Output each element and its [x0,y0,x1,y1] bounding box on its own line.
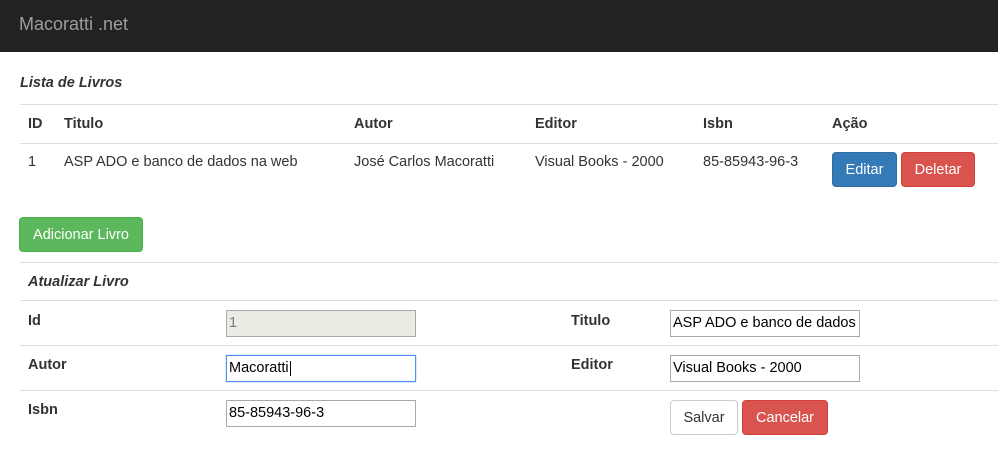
header-divider [20,143,998,144]
autor-label: Autor [28,357,67,373]
isbn-field[interactable]: 85-85943-96-3 [226,400,416,427]
titulo-field-value: ASP ADO e banco de dados [673,315,856,331]
column-header-id: ID [28,116,43,132]
cell-titulo: ASP ADO e banco de dados na web [64,154,298,170]
navbar: Macoratti .net [0,0,998,52]
divider [20,104,998,105]
divider [20,345,998,346]
column-header-isbn: Isbn [703,116,733,132]
column-header-autor: Autor [354,116,393,132]
editor-label: Editor [571,357,613,373]
id-label: Id [28,313,41,329]
edit-button[interactable]: Editar [832,152,897,187]
brand-link[interactable]: Macoratti .net [19,14,128,35]
titulo-label: Titulo [571,313,611,329]
cell-id: 1 [28,154,37,170]
save-button[interactable]: Salvar [670,400,738,435]
text-cursor [289,360,291,376]
isbn-label: Isbn [28,402,58,418]
id-field-value: 1 [229,315,238,331]
divider [20,390,998,391]
column-header-acao: Ação [832,116,868,132]
list-title: Lista de Livros [20,75,123,91]
autor-field[interactable]: Macoratti [226,355,416,382]
add-book-button[interactable]: Adicionar Livro [19,217,143,252]
cancel-button[interactable]: Cancelar [742,400,828,435]
update-title: Atualizar Livro [28,274,129,290]
editor-field[interactable]: Visual Books - 2000 [670,355,860,382]
cell-isbn: 85-85943-96-3 [703,154,799,170]
cell-autor: José Carlos Macoratti [354,154,495,170]
divider [20,262,998,263]
cell-editor: Visual Books - 2000 [535,154,664,170]
editor-field-value: Visual Books - 2000 [673,360,802,376]
divider [20,300,998,301]
delete-button[interactable]: Deletar [901,152,975,187]
titulo-field[interactable]: ASP ADO e banco de dados [670,310,860,337]
column-header-titulo: Titulo [64,116,104,132]
autor-field-value: Macoratti [229,360,289,376]
id-field: 1 [226,310,416,337]
isbn-field-value: 85-85943-96-3 [229,405,325,421]
column-header-editor: Editor [535,116,577,132]
